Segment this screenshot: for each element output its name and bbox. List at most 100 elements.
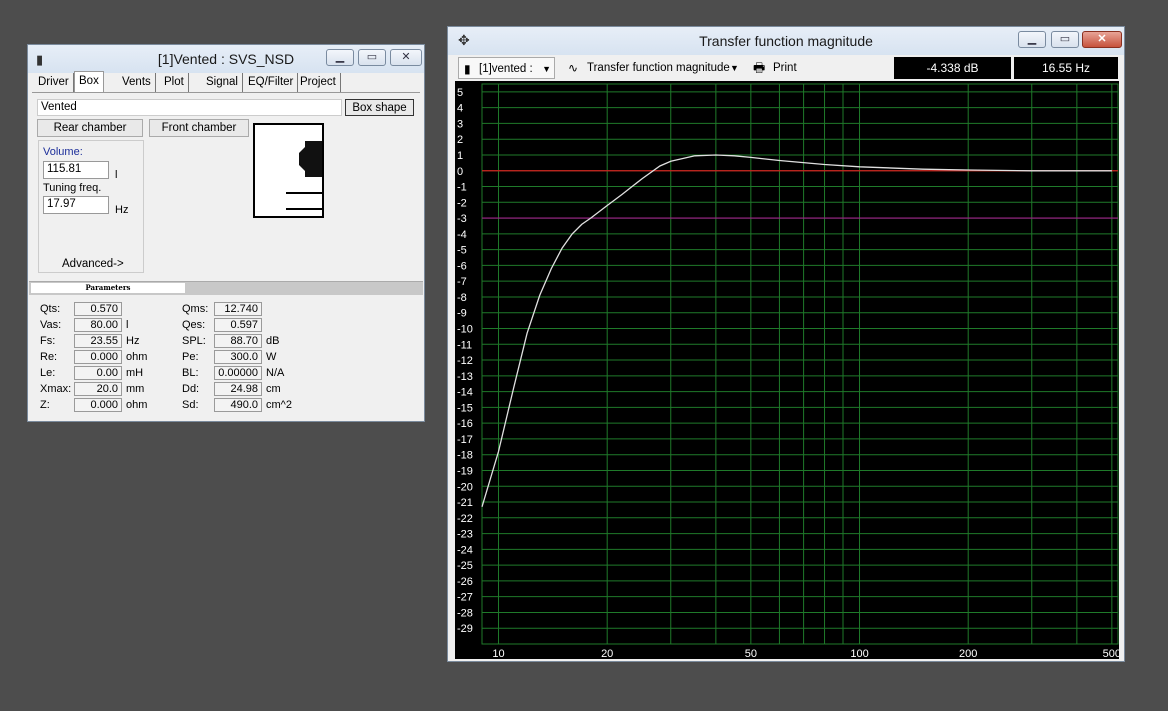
param-label: Sd:	[182, 399, 199, 411]
plot-type-select[interactable]: ∿ Transfer function magnitude ▼	[564, 57, 744, 79]
tuning-input[interactable]: 17.97	[43, 196, 109, 214]
close-button[interactable]: ✕	[1082, 31, 1122, 48]
plot-window: ✥ Transfer function magnitude ▁ ▭ ✕ ▮ [1…	[447, 26, 1125, 662]
y-tick-label: -26	[457, 576, 473, 588]
param-unit: N/A	[266, 367, 285, 379]
param-value[interactable]: 88.70	[214, 334, 262, 348]
param-label: Qms:	[182, 303, 209, 315]
param-value[interactable]: 20.0	[74, 382, 122, 396]
param-label: Vas:	[40, 319, 62, 331]
tuning-unit: Hz	[115, 204, 129, 216]
param-unit: cm^2	[266, 399, 292, 411]
driver-cone-icon	[305, 141, 322, 177]
y-tick-label: -9	[457, 308, 467, 320]
chevron-down-icon[interactable]: ▼	[542, 58, 551, 80]
y-tick-label: -17	[457, 434, 473, 446]
param-value[interactable]: 80.00	[74, 318, 122, 332]
maximize-button[interactable]: ▭	[358, 49, 386, 66]
y-tick-label: 0	[457, 166, 463, 178]
parameters-bar: Parameters	[29, 281, 423, 295]
parameters-tab[interactable]: Parameters	[31, 283, 185, 293]
param-label: Le:	[40, 367, 56, 379]
param-unit: cm	[266, 383, 281, 395]
tab-vents[interactable]: Vents	[118, 73, 156, 92]
y-tick-label: -15	[457, 402, 473, 414]
plot-type-value: Transfer function magnitude	[587, 62, 730, 74]
front-chamber-button[interactable]: Front chamber	[149, 119, 249, 137]
y-tick-label: -14	[457, 387, 473, 399]
y-tick-label: -20	[457, 481, 473, 493]
param-unit: W	[266, 351, 277, 363]
printer-icon: 🖶	[753, 60, 766, 75]
advanced-button[interactable]: Advanced->	[62, 258, 124, 270]
param-label: BL:	[182, 367, 199, 379]
tab-box[interactable]: Box	[74, 71, 104, 93]
y-tick-label: -11	[457, 339, 472, 351]
tab-driver[interactable]: Driver	[34, 73, 74, 92]
rear-chamber-button[interactable]: Rear chamber	[37, 119, 143, 137]
param-unit: mm	[126, 383, 145, 395]
param-unit: dB	[266, 335, 280, 347]
y-tick-label: -28	[457, 607, 473, 619]
chamber-panel: Volume: 115.81 l Tuning freq. 17.97 Hz A…	[38, 140, 144, 273]
param-unit: l	[126, 319, 129, 331]
tab-signal[interactable]: Signal	[202, 73, 243, 92]
box-shape-button[interactable]: Box shape	[345, 99, 414, 116]
param-value[interactable]: 300.0	[214, 350, 262, 364]
tab-project[interactable]: Project	[296, 73, 341, 92]
maximize-button[interactable]: ▭	[1051, 31, 1079, 48]
close-button[interactable]: ✕	[390, 49, 422, 66]
transfer-function-chart[interactable]: 543210-1-2-3-4-5-6-7-8-9-10-11-12-13-14-…	[455, 81, 1121, 660]
db-readout: -4.338 dB	[894, 57, 1011, 79]
y-tick-label: -22	[457, 513, 473, 525]
param-label: Fs:	[40, 335, 56, 347]
box-type-field[interactable]: Vented	[37, 99, 342, 116]
waveform-icon: ∿	[568, 61, 579, 75]
param-label: Qts:	[40, 303, 61, 315]
param-value[interactable]: 0.597	[214, 318, 262, 332]
print-button[interactable]: 🖶 Print	[751, 57, 811, 79]
x-tick-label: 10	[492, 648, 504, 659]
param-value[interactable]: 0.00	[74, 366, 122, 380]
plot-window-titlebar[interactable]: ✥ Transfer function magnitude ▁ ▭ ✕	[448, 27, 1124, 55]
y-tick-label: -13	[457, 371, 473, 383]
param-value[interactable]: 0.000	[74, 350, 122, 364]
y-tick-label: -7	[457, 276, 467, 288]
y-tick-label: -5	[457, 245, 467, 257]
y-tick-label: -21	[457, 497, 473, 509]
project-select[interactable]: ▮ [1]vented : ▼	[458, 57, 555, 79]
param-label: Z:	[40, 399, 50, 411]
tab-eq-filter[interactable]: EQ/Filter	[244, 73, 299, 92]
tab-plot[interactable]: Plot	[160, 73, 189, 92]
param-label: Pe:	[182, 351, 199, 363]
tuning-label: Tuning freq.	[43, 182, 102, 194]
y-tick-label: 5	[457, 87, 463, 99]
param-value[interactable]: 24.98	[214, 382, 262, 396]
box-diagram	[253, 123, 324, 218]
plot-area[interactable]: 5 4 3 2 1 0 -1 -2 -3 -4 -5 -6 -7 -8 -9 -10 -11 -12 -13 -14-…	[455, 81, 1121, 660]
param-value[interactable]: 490.0	[214, 398, 262, 412]
param-value[interactable]: 23.55	[74, 334, 122, 348]
param-unit: mH	[126, 367, 144, 379]
param-label: Re:	[40, 351, 58, 363]
param-unit: Hz	[126, 335, 140, 347]
volume-label: Volume:	[43, 146, 83, 158]
driver-box-window: ▮ [1]Vented : SVS_NSD ▁ ▭ ✕ Driver Box V…	[27, 44, 425, 422]
chevron-down-icon[interactable]: ▼	[730, 57, 739, 79]
y-tick-label: -19	[457, 465, 473, 477]
driver-window-titlebar[interactable]: ▮ [1]Vented : SVS_NSD ▁ ▭ ✕	[28, 45, 424, 73]
minimize-button[interactable]: ▁	[326, 49, 354, 66]
x-tick-label: 500	[1103, 648, 1119, 659]
minimize-button[interactable]: ▁	[1018, 31, 1046, 48]
hz-readout: 16.55 Hz	[1014, 57, 1118, 79]
y-tick-label: -29	[457, 623, 473, 635]
param-value[interactable]: 12.740	[214, 302, 262, 316]
x-tick-label: 20	[601, 648, 613, 659]
volume-input[interactable]: 115.81	[43, 161, 109, 179]
plot-border	[481, 83, 1119, 645]
param-value[interactable]: 0.000	[74, 398, 122, 412]
param-value[interactable]: 0.570	[74, 302, 122, 316]
param-value[interactable]: 0.00000	[214, 366, 262, 380]
print-label: Print	[773, 62, 797, 74]
y-tick-label: -1	[457, 182, 467, 194]
